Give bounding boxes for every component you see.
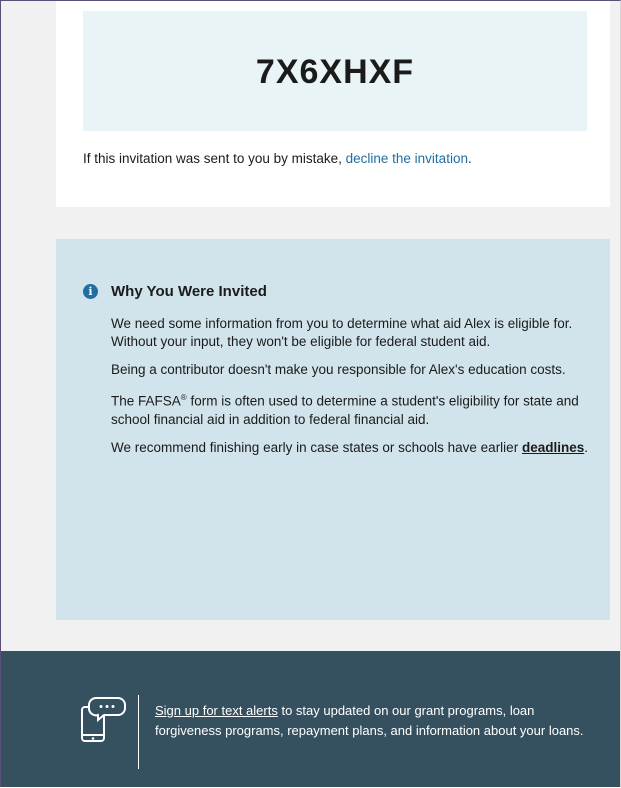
why-invited-body: We need some information from you to det… [111, 315, 591, 467]
why-invited-card: i Why You Were Invited We need some info… [56, 239, 610, 620]
mistake-notice-suffix: . [467, 151, 472, 166]
invitation-code-box: 7X6XHXF [83, 11, 587, 131]
mistake-notice: If this invitation was sent to you by mi… [83, 151, 472, 166]
signup-text-alerts-link[interactable]: Sign up for text alerts [155, 703, 278, 718]
invitation-card: 7X6XHXF If this invitation was sent to y… [56, 1, 610, 207]
fafsa-prefix: The FAFSA [111, 393, 181, 409]
info-icon: i [83, 284, 98, 299]
why-invited-heading: Why You Were Invited [111, 283, 267, 300]
email-frame: 7X6XHXF If this invitation was sent to y… [0, 0, 621, 787]
decline-invitation-link[interactable]: decline the invitation [346, 151, 468, 166]
why-invited-paragraph: We need some information from you to det… [111, 316, 573, 349]
fafsa-paragraph: The FAFSA® form is often used to determi… [111, 389, 591, 429]
footer: Sign up for text alerts to stay updated … [1, 651, 620, 787]
recommend-paragraph: We recommend finishing early in case sta… [111, 439, 591, 457]
why-invited-paragraph: Being a contributor doesn't make you res… [111, 362, 566, 377]
recommend-prefix: We recommend finishing early in case sta… [111, 439, 522, 455]
phone-chat-icon [81, 697, 126, 742]
text-alerts-message: Sign up for text alerts to stay updated … [155, 701, 595, 741]
invitation-code: 7X6XHXF [255, 52, 415, 91]
mistake-notice-text: If this invitation was sent to you by mi… [83, 151, 346, 166]
footer-divider [138, 695, 139, 769]
deadlines-link[interactable]: deadlines [522, 440, 584, 455]
recommend-suffix: . [584, 439, 588, 455]
